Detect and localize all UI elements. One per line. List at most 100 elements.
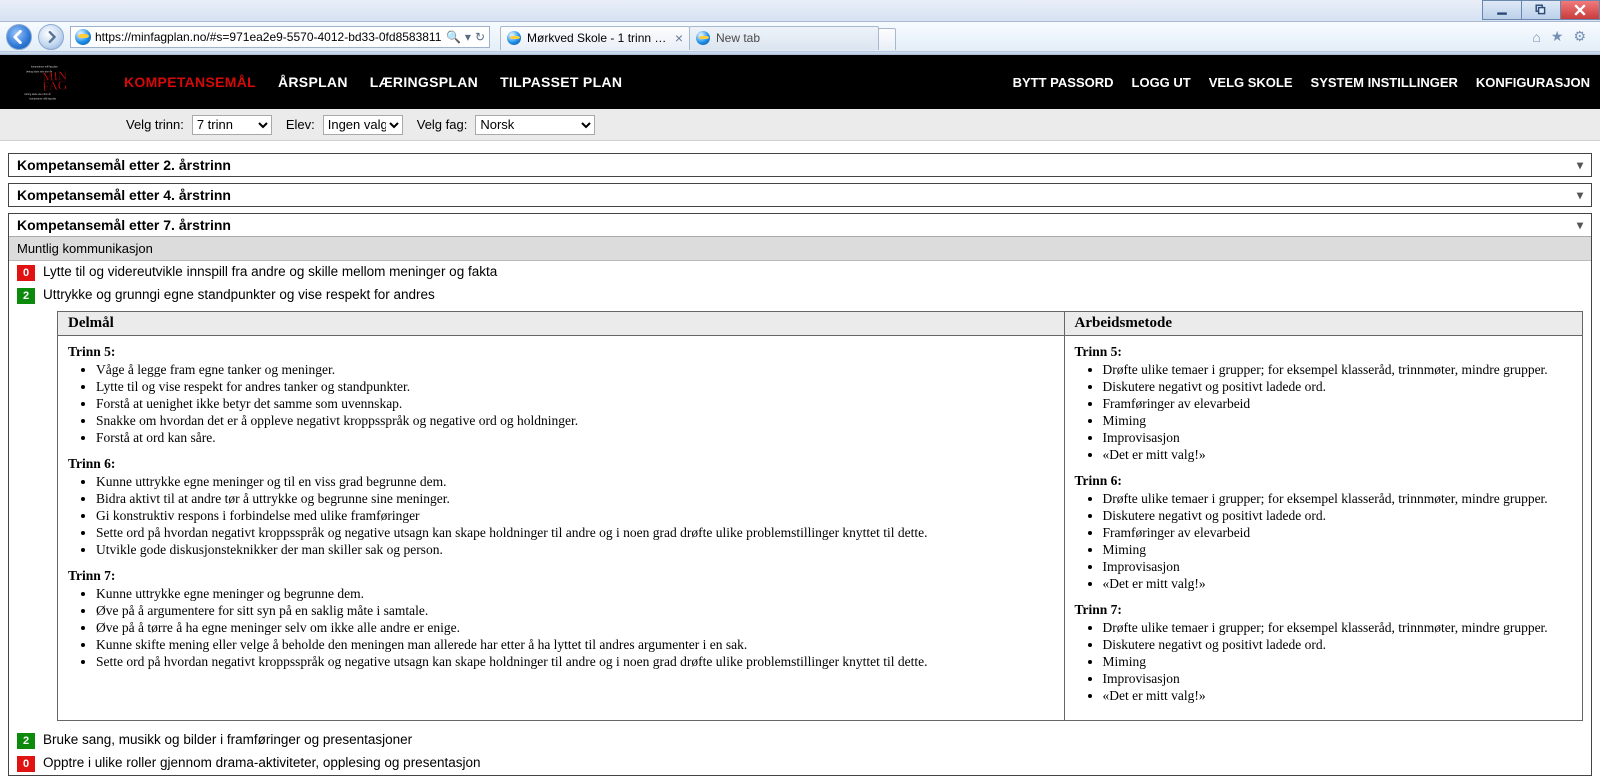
nav-konfigurasjon[interactable]: KONFIGURASJON	[1476, 75, 1590, 90]
nav-bytt-passord[interactable]: BYTT PASSORD	[1013, 75, 1114, 90]
goal-row[interactable]: 0 Opptre i ulike roller gjennom drama-ak…	[9, 752, 1591, 775]
goal-text: Bruke sang, musikk og bilder i framførin…	[43, 732, 412, 747]
svg-text:FAG: FAG	[42, 78, 68, 94]
ie-favicon-icon	[696, 31, 710, 45]
site-logo[interactable]: kompetanse mål fag plan læring skole ele…	[0, 55, 110, 109]
list-item: Diskutere negativt og positivt ladede or…	[1103, 379, 1573, 395]
subsection-muntlig[interactable]: Muntlig kommunikasjon	[9, 237, 1591, 261]
fag-select[interactable]: Norsk	[475, 115, 595, 135]
elev-select[interactable]: Ingen valgt	[323, 115, 403, 135]
home-icon[interactable]: ⌂	[1532, 29, 1540, 45]
list-item: Øve på å argumentere for sitt syn på en …	[96, 603, 1054, 619]
list-item: Snakke om hvordan det er å oppleve negat…	[96, 413, 1054, 429]
list-item: Miming	[1103, 654, 1573, 670]
section-4-collapsed[interactable]: Kompetansemål etter 4. årstrinn ▾	[8, 183, 1592, 207]
td-arbeidsmetode: Trinn 5: Drøfte ulike temaer i grupper; …	[1064, 336, 1583, 721]
goal-text: Lytte til og videreutvikle innspill fra …	[43, 264, 497, 279]
list-item: Improvisasjon	[1103, 671, 1573, 687]
nav-tilpasset-plan[interactable]: TILPASSET PLAN	[500, 74, 622, 90]
favorites-icon[interactable]: ★	[1551, 28, 1564, 45]
svg-text:kompetanse mål fag plan: kompetanse mål fag plan	[29, 98, 56, 101]
status-badge: 0	[17, 756, 35, 772]
nav-laeringsplan[interactable]: LÆRINGSPLAN	[370, 74, 478, 90]
list-item: Drøfte ulike temaer i grupper; for eksem…	[1103, 620, 1573, 636]
tab-title: New tab	[716, 31, 872, 45]
section-7-title: Kompetansemål etter 7. årstrinn	[17, 217, 231, 233]
nav-back-button[interactable]	[6, 24, 32, 50]
goal-row[interactable]: 0 Lytte til og videreutvikle innspill fr…	[9, 261, 1591, 284]
list-item: Drøfte ulike temaer i grupper; for eksem…	[1103, 362, 1573, 378]
browser-toolbar: 🔍 ▾ ↻ Mørkved Skole - 1 trinn - U... × N…	[0, 22, 1600, 52]
url-input[interactable]	[95, 30, 442, 44]
list-item: Forstå at ord kan såre.	[96, 430, 1054, 446]
th-arbeidsmetode: Arbeidsmetode	[1064, 312, 1583, 336]
list-item: Framføringer av elevarbeid	[1103, 525, 1573, 541]
tools-icon[interactable]: ⚙	[1573, 28, 1586, 45]
goal-text: Uttrykke og grunngi egne standpunkter og…	[43, 287, 435, 302]
list-item: Diskutere negativt og positivt ladede or…	[1103, 637, 1573, 653]
section-7-open: Kompetansemål etter 7. årstrinn ▾ Muntli…	[8, 213, 1592, 776]
nav-forward-button[interactable]	[38, 24, 64, 50]
trinn-select[interactable]: 7 trinn	[192, 115, 272, 135]
trinn-label: Velg trinn:	[126, 117, 184, 132]
tab-strip: Mørkved Skole - 1 trinn - U... × New tab	[500, 24, 896, 50]
browser-tab-active[interactable]: Mørkved Skole - 1 trinn - U... ×	[500, 26, 690, 50]
list-item: Bidra aktivt til at andre tør å uttrykke…	[96, 491, 1054, 507]
list-item: Lytte til og vise respekt for andres tan…	[96, 379, 1054, 395]
list-item: Våge å legge fram egne tanker og meninge…	[96, 362, 1054, 378]
window-maximize-button[interactable]	[1521, 0, 1561, 20]
window-close-button[interactable]	[1560, 0, 1600, 20]
list-item: Improvisasjon	[1103, 559, 1573, 575]
list-item: Kunne uttrykke egne meninger og begrunne…	[96, 586, 1054, 602]
list-item: Improvisasjon	[1103, 430, 1573, 446]
section-4-title: Kompetansemål etter 4. årstrinn	[17, 187, 231, 203]
list-item: Framføringer av elevarbeid	[1103, 396, 1573, 412]
list-item: Sette ord på hvordan negativt kroppssprå…	[96, 525, 1054, 541]
nav-logg-ut[interactable]: LOGG UT	[1132, 75, 1191, 90]
tab-close-icon[interactable]: ×	[675, 31, 683, 45]
new-tab-button[interactable]	[878, 28, 896, 50]
goal-text: Opptre i ulike roller gjennom drama-akti…	[43, 755, 480, 770]
list-item: Øve på å tørre å ha egne meninger selv o…	[96, 620, 1054, 636]
list-item: Sette ord på hvordan negativt kroppssprå…	[96, 654, 1054, 670]
list-item: Kunne uttrykke egne meninger og til en v…	[96, 474, 1054, 490]
list-item: Kunne skifte mening eller velge å behold…	[96, 637, 1054, 653]
section-7-header[interactable]: Kompetansemål etter 7. årstrinn ▾	[9, 214, 1591, 237]
goal-row[interactable]: 2 Bruke sang, musikk og bilder i framfør…	[9, 729, 1591, 752]
nav-velg-skole[interactable]: VELG SKOLE	[1209, 75, 1293, 90]
site-header: kompetanse mål fag plan læring skole ele…	[0, 55, 1600, 109]
list-item: Gi konstruktiv respons i forbindelse med…	[96, 508, 1054, 524]
chevron-down-icon: ▾	[1577, 188, 1583, 202]
window-minimize-button[interactable]	[1482, 0, 1522, 20]
detail-table: Delmål Arbeidsmetode Trinn 5: Våge å leg…	[57, 311, 1583, 721]
fag-label: Velg fag:	[417, 117, 468, 132]
status-badge: 2	[17, 288, 35, 304]
list-item: Drøfte ulike temaer i grupper; for eksem…	[1103, 491, 1573, 507]
list-item: «Det er mitt valg!»	[1103, 447, 1573, 463]
ie-favicon-icon	[507, 31, 521, 45]
search-icon[interactable]: 🔍	[446, 30, 461, 44]
utility-nav: BYTT PASSORD LOGG UT VELG SKOLE SYSTEM I…	[1013, 75, 1590, 90]
td-delmal: Trinn 5: Våge å legge fram egne tanker o…	[58, 336, 1065, 721]
address-bar[interactable]: 🔍 ▾ ↻	[70, 26, 490, 48]
dropdown-icon[interactable]: ▾	[465, 30, 471, 44]
chevron-down-icon: ▾	[1577, 218, 1583, 232]
refresh-icon[interactable]: ↻	[475, 30, 485, 44]
browser-tab[interactable]: New tab	[689, 26, 879, 50]
list-item: Forstå at uenighet ikke betyr det samme …	[96, 396, 1054, 412]
tab-title: Mørkved Skole - 1 trinn - U...	[527, 31, 669, 45]
nav-kompetansemal[interactable]: KOMPETANSEMÅL	[124, 74, 256, 90]
main-nav: KOMPETANSEMÅL ÅRSPLAN LÆRINGSPLAN TILPAS…	[124, 74, 622, 90]
nav-arsplan[interactable]: ÅRSPLAN	[278, 74, 348, 90]
goal-row[interactable]: 2 Uttrykke og grunngi egne standpunkter …	[9, 284, 1591, 307]
section-2-collapsed[interactable]: Kompetansemål etter 2. årstrinn ▾	[8, 153, 1592, 177]
section-2-title: Kompetansemål etter 2. årstrinn	[17, 157, 231, 173]
list-item: Miming	[1103, 413, 1573, 429]
svg-text:kompetanse mål fag plan: kompetanse mål fag plan	[31, 66, 58, 69]
list-item: «Det er mitt valg!»	[1103, 576, 1573, 592]
status-badge: 0	[17, 265, 35, 281]
main-content: Kompetansemål etter 2. årstrinn ▾ Kompet…	[0, 141, 1600, 782]
status-badge: 2	[17, 733, 35, 749]
nav-system-instillinger[interactable]: SYSTEM INSTILLINGER	[1311, 75, 1458, 90]
th-delmal: Delmål	[58, 312, 1065, 336]
